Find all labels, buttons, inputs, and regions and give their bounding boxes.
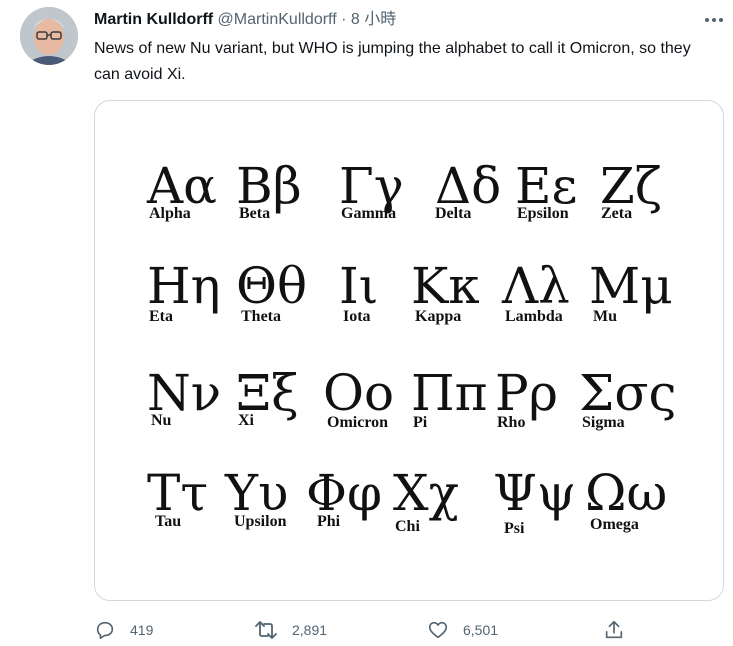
reply-count: 419 xyxy=(130,622,154,638)
retweet-icon xyxy=(255,621,277,639)
like-button[interactable]: 6,501 xyxy=(427,615,498,645)
greek-glyphs: Γγ xyxy=(339,157,404,215)
greek-glyphs: Ββ xyxy=(236,157,302,215)
greek-letter-name: Gamma xyxy=(341,205,397,222)
tweet-header: Martin Kulldorff @MartinKulldorff · 8 小時 xyxy=(94,10,396,30)
author-handle[interactable]: @MartinKulldorff xyxy=(218,11,337,28)
greek-glyphs: Ζζ xyxy=(600,157,662,215)
greek-glyphs: Νν xyxy=(147,364,222,422)
greek-glyphs: Ππ xyxy=(411,364,488,422)
greek-glyphs: Σσς xyxy=(579,364,677,422)
greek-glyphs: Ηη xyxy=(147,257,221,315)
greek-letter-name: Omega xyxy=(590,516,639,533)
share-icon xyxy=(605,620,623,639)
retweet-button[interactable]: 2,891 xyxy=(254,615,327,645)
greek-letter-name: Theta xyxy=(241,308,281,325)
more-options-button[interactable] xyxy=(700,10,728,30)
greek-letter-name: Pi xyxy=(413,414,428,431)
greek-letter-name: Rho xyxy=(497,414,526,431)
greek-glyphs: Ψψ xyxy=(493,464,577,522)
greek-glyphs: Αα xyxy=(147,157,217,215)
greek-glyphs: Ωω xyxy=(585,464,668,522)
reply-button[interactable]: 419 xyxy=(94,615,153,645)
greek-glyphs: Ττ xyxy=(147,464,209,522)
tweet-media-image[interactable]: Αα Alpha Ββ Beta Γγ Gamma Δδ Delta Εε Epsilon Ζζ Ze… xyxy=(94,100,724,601)
greek-glyphs: Ιι xyxy=(339,257,379,315)
more-icon xyxy=(705,18,723,22)
greek-letter-name: Xi xyxy=(238,412,254,429)
greek-glyphs: Λλ xyxy=(502,257,570,315)
greek-glyphs: Ξξ xyxy=(236,364,299,422)
greek-letter-name: Zeta xyxy=(601,205,633,222)
greek-letter-name: Omicron xyxy=(327,414,389,431)
greek-letter-name: Upsilon xyxy=(234,513,287,530)
share-button[interactable] xyxy=(603,615,625,645)
greek-glyphs: Μμ xyxy=(589,257,673,315)
greek-letter-name: Eta xyxy=(149,308,173,325)
greek-letter-name: Lambda xyxy=(505,308,563,325)
greek-letter-name: Iota xyxy=(343,308,371,325)
reply-icon xyxy=(96,621,114,640)
greek-letter-name: Nu xyxy=(151,412,172,429)
greek-letter-name: Beta xyxy=(239,205,271,222)
greek-glyphs: Εε xyxy=(515,157,578,215)
greek-glyphs: Κκ xyxy=(411,257,480,315)
greek-glyphs: Θθ xyxy=(236,257,308,315)
separator-dot: · xyxy=(341,11,347,28)
heart-icon xyxy=(428,621,448,639)
like-count: 6,501 xyxy=(463,622,499,638)
tweet: Martin Kulldorff @MartinKulldorff · 8 小時… xyxy=(0,0,733,646)
tweet-text: News of new Nu variant, but WHO is jumpi… xyxy=(94,40,691,83)
greek-glyphs: Ρρ xyxy=(495,364,559,422)
greek-letter-name: Alpha xyxy=(149,205,191,222)
author-avatar[interactable] xyxy=(20,7,78,65)
greek-letter-name: Kappa xyxy=(415,308,462,325)
greek-letter-name: Tau xyxy=(155,513,182,530)
greek-letter-name: Chi xyxy=(395,518,420,535)
greek-letter-name: Sigma xyxy=(582,414,625,431)
author-name[interactable]: Martin Kulldorff xyxy=(94,11,213,28)
greek-letter-name: Phi xyxy=(317,513,341,530)
greek-letter-name: Mu xyxy=(593,308,617,325)
greek-glyphs: Φφ xyxy=(306,464,383,522)
tweet-timestamp[interactable]: 8 小時 xyxy=(351,11,396,28)
greek-glyphs: Χχ xyxy=(393,464,459,522)
retweet-count: 2,891 xyxy=(292,622,328,638)
greek-glyphs: Δδ xyxy=(435,157,502,215)
tweet-actions: 419 2,891 6,501 xyxy=(0,615,733,645)
greek-glyphs: Υυ xyxy=(225,464,289,522)
greek-letter-name: Psi xyxy=(504,520,525,537)
greek-glyphs: Οο xyxy=(323,364,395,422)
greek-letter-name: Epsilon xyxy=(517,205,569,222)
greek-letter-name: Delta xyxy=(435,205,472,222)
